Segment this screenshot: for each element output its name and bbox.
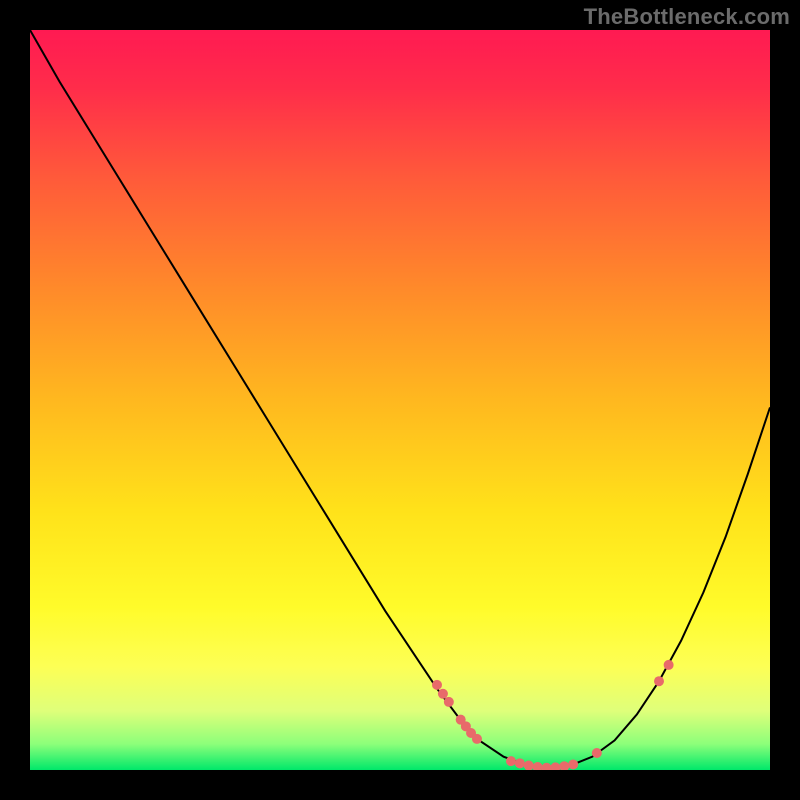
- curve-marker: [472, 734, 482, 744]
- chart-stage: TheBottleneck.com: [0, 0, 800, 800]
- curve-marker: [568, 759, 578, 769]
- curve-marker: [444, 697, 454, 707]
- curve-marker: [592, 748, 602, 758]
- curve-marker: [506, 756, 516, 766]
- watermark-text: TheBottleneck.com: [584, 4, 790, 30]
- curve-marker: [432, 680, 442, 690]
- bottleneck-chart: [30, 30, 770, 770]
- curve-marker: [664, 660, 674, 670]
- curve-marker: [438, 689, 448, 699]
- curve-marker: [654, 676, 664, 686]
- plot-background: [30, 30, 770, 770]
- curve-marker: [515, 758, 525, 768]
